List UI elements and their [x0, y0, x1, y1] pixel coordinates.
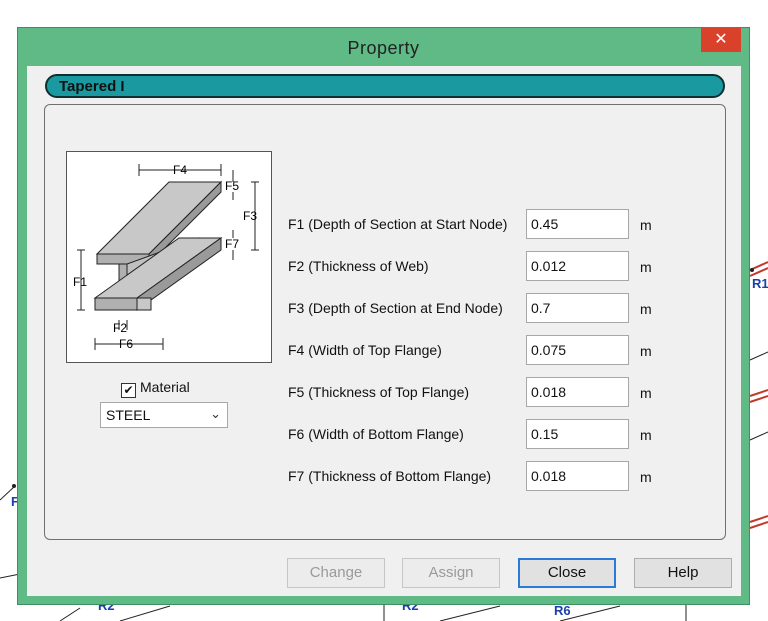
property-row-f7: F7 (Thickness of Bottom Flange) m — [288, 461, 708, 491]
material-selected-value: STEEL — [106, 407, 151, 423]
property-unit: m — [640, 343, 652, 359]
dialog-client-area: Tapered I F4 F5 F3 F7 F1 F2 F6 ✔ Materia… — [27, 66, 741, 596]
material-checkbox-label: Material — [140, 379, 190, 395]
property-row-f6: F6 (Width of Bottom Flange) m — [288, 419, 708, 449]
property-unit: m — [640, 259, 652, 275]
property-unit: m — [640, 427, 652, 443]
property-unit: m — [640, 385, 652, 401]
section-header-label: Tapered I — [59, 78, 125, 95]
dim-label-f4: F4 — [173, 163, 187, 177]
property-unit: m — [640, 217, 652, 233]
property-label: F4 (Width of Top Flange) — [288, 342, 442, 358]
property-input-f2[interactable] — [526, 251, 629, 281]
property-label: F1 (Depth of Section at Start Node) — [288, 216, 508, 232]
tapered-i-section-icon: F4 F5 F3 F7 F1 F2 F6 — [73, 163, 259, 351]
property-row-f3: F3 (Depth of Section at End Node) m — [288, 293, 708, 323]
property-row-f2: F2 (Thickness of Web) m — [288, 251, 708, 281]
property-label: F5 (Thickness of Top Flange) — [288, 384, 470, 400]
property-row-f1: F1 (Depth of Section at Start Node) m — [288, 209, 708, 239]
material-checkbox[interactable]: ✔ — [121, 383, 136, 398]
close-button[interactable]: Close — [518, 558, 616, 588]
material-checkbox-row[interactable]: ✔ Material — [121, 379, 190, 399]
bg-node-label: R1 — [752, 276, 768, 291]
property-label: F2 (Thickness of Web) — [288, 258, 429, 274]
dim-label-f5: F5 — [225, 179, 239, 193]
property-row-f5: F5 (Thickness of Top Flange) m — [288, 377, 708, 407]
property-dialog: Property ✕ Tapered I F4 F5 F3 F7 F1 F2 F… — [17, 27, 750, 605]
property-panel: F4 F5 F3 F7 F1 F2 F6 ✔ Material STEEL ⌄ F… — [44, 104, 726, 540]
property-input-f7[interactable] — [526, 461, 629, 491]
property-unit: m — [640, 469, 652, 485]
property-unit: m — [640, 301, 652, 317]
change-button[interactable]: Change — [287, 558, 385, 588]
chevron-down-icon: ⌄ — [210, 406, 221, 421]
property-input-f1[interactable] — [526, 209, 629, 239]
close-window-button[interactable]: ✕ — [701, 28, 741, 52]
property-input-f4[interactable] — [526, 335, 629, 365]
bg-node-label: R6 — [554, 603, 571, 618]
close-icon: ✕ — [714, 31, 728, 48]
dim-label-f7: F7 — [225, 237, 239, 251]
assign-button[interactable]: Assign — [402, 558, 500, 588]
title-bar[interactable]: Property ✕ — [18, 28, 749, 66]
property-label: F7 (Thickness of Bottom Flange) — [288, 468, 492, 484]
property-input-f5[interactable] — [526, 377, 629, 407]
property-label: F3 (Depth of Section at End Node) — [288, 300, 503, 316]
property-input-f6[interactable] — [526, 419, 629, 449]
dialog-title: Property — [347, 38, 420, 58]
dim-label-f1: F1 — [73, 275, 87, 289]
section-diagram: F4 F5 F3 F7 F1 F2 F6 — [66, 151, 272, 363]
property-row-f4: F4 (Width of Top Flange) m — [288, 335, 708, 365]
dim-label-f3: F3 — [243, 209, 257, 223]
material-dropdown[interactable]: STEEL ⌄ — [100, 402, 228, 428]
section-header: Tapered I — [45, 74, 725, 98]
property-label: F6 (Width of Bottom Flange) — [288, 426, 464, 442]
dim-label-f6: F6 — [119, 337, 133, 351]
help-button[interactable]: Help — [634, 558, 732, 588]
property-input-f3[interactable] — [526, 293, 629, 323]
dim-label-f2: F2 — [113, 321, 127, 335]
